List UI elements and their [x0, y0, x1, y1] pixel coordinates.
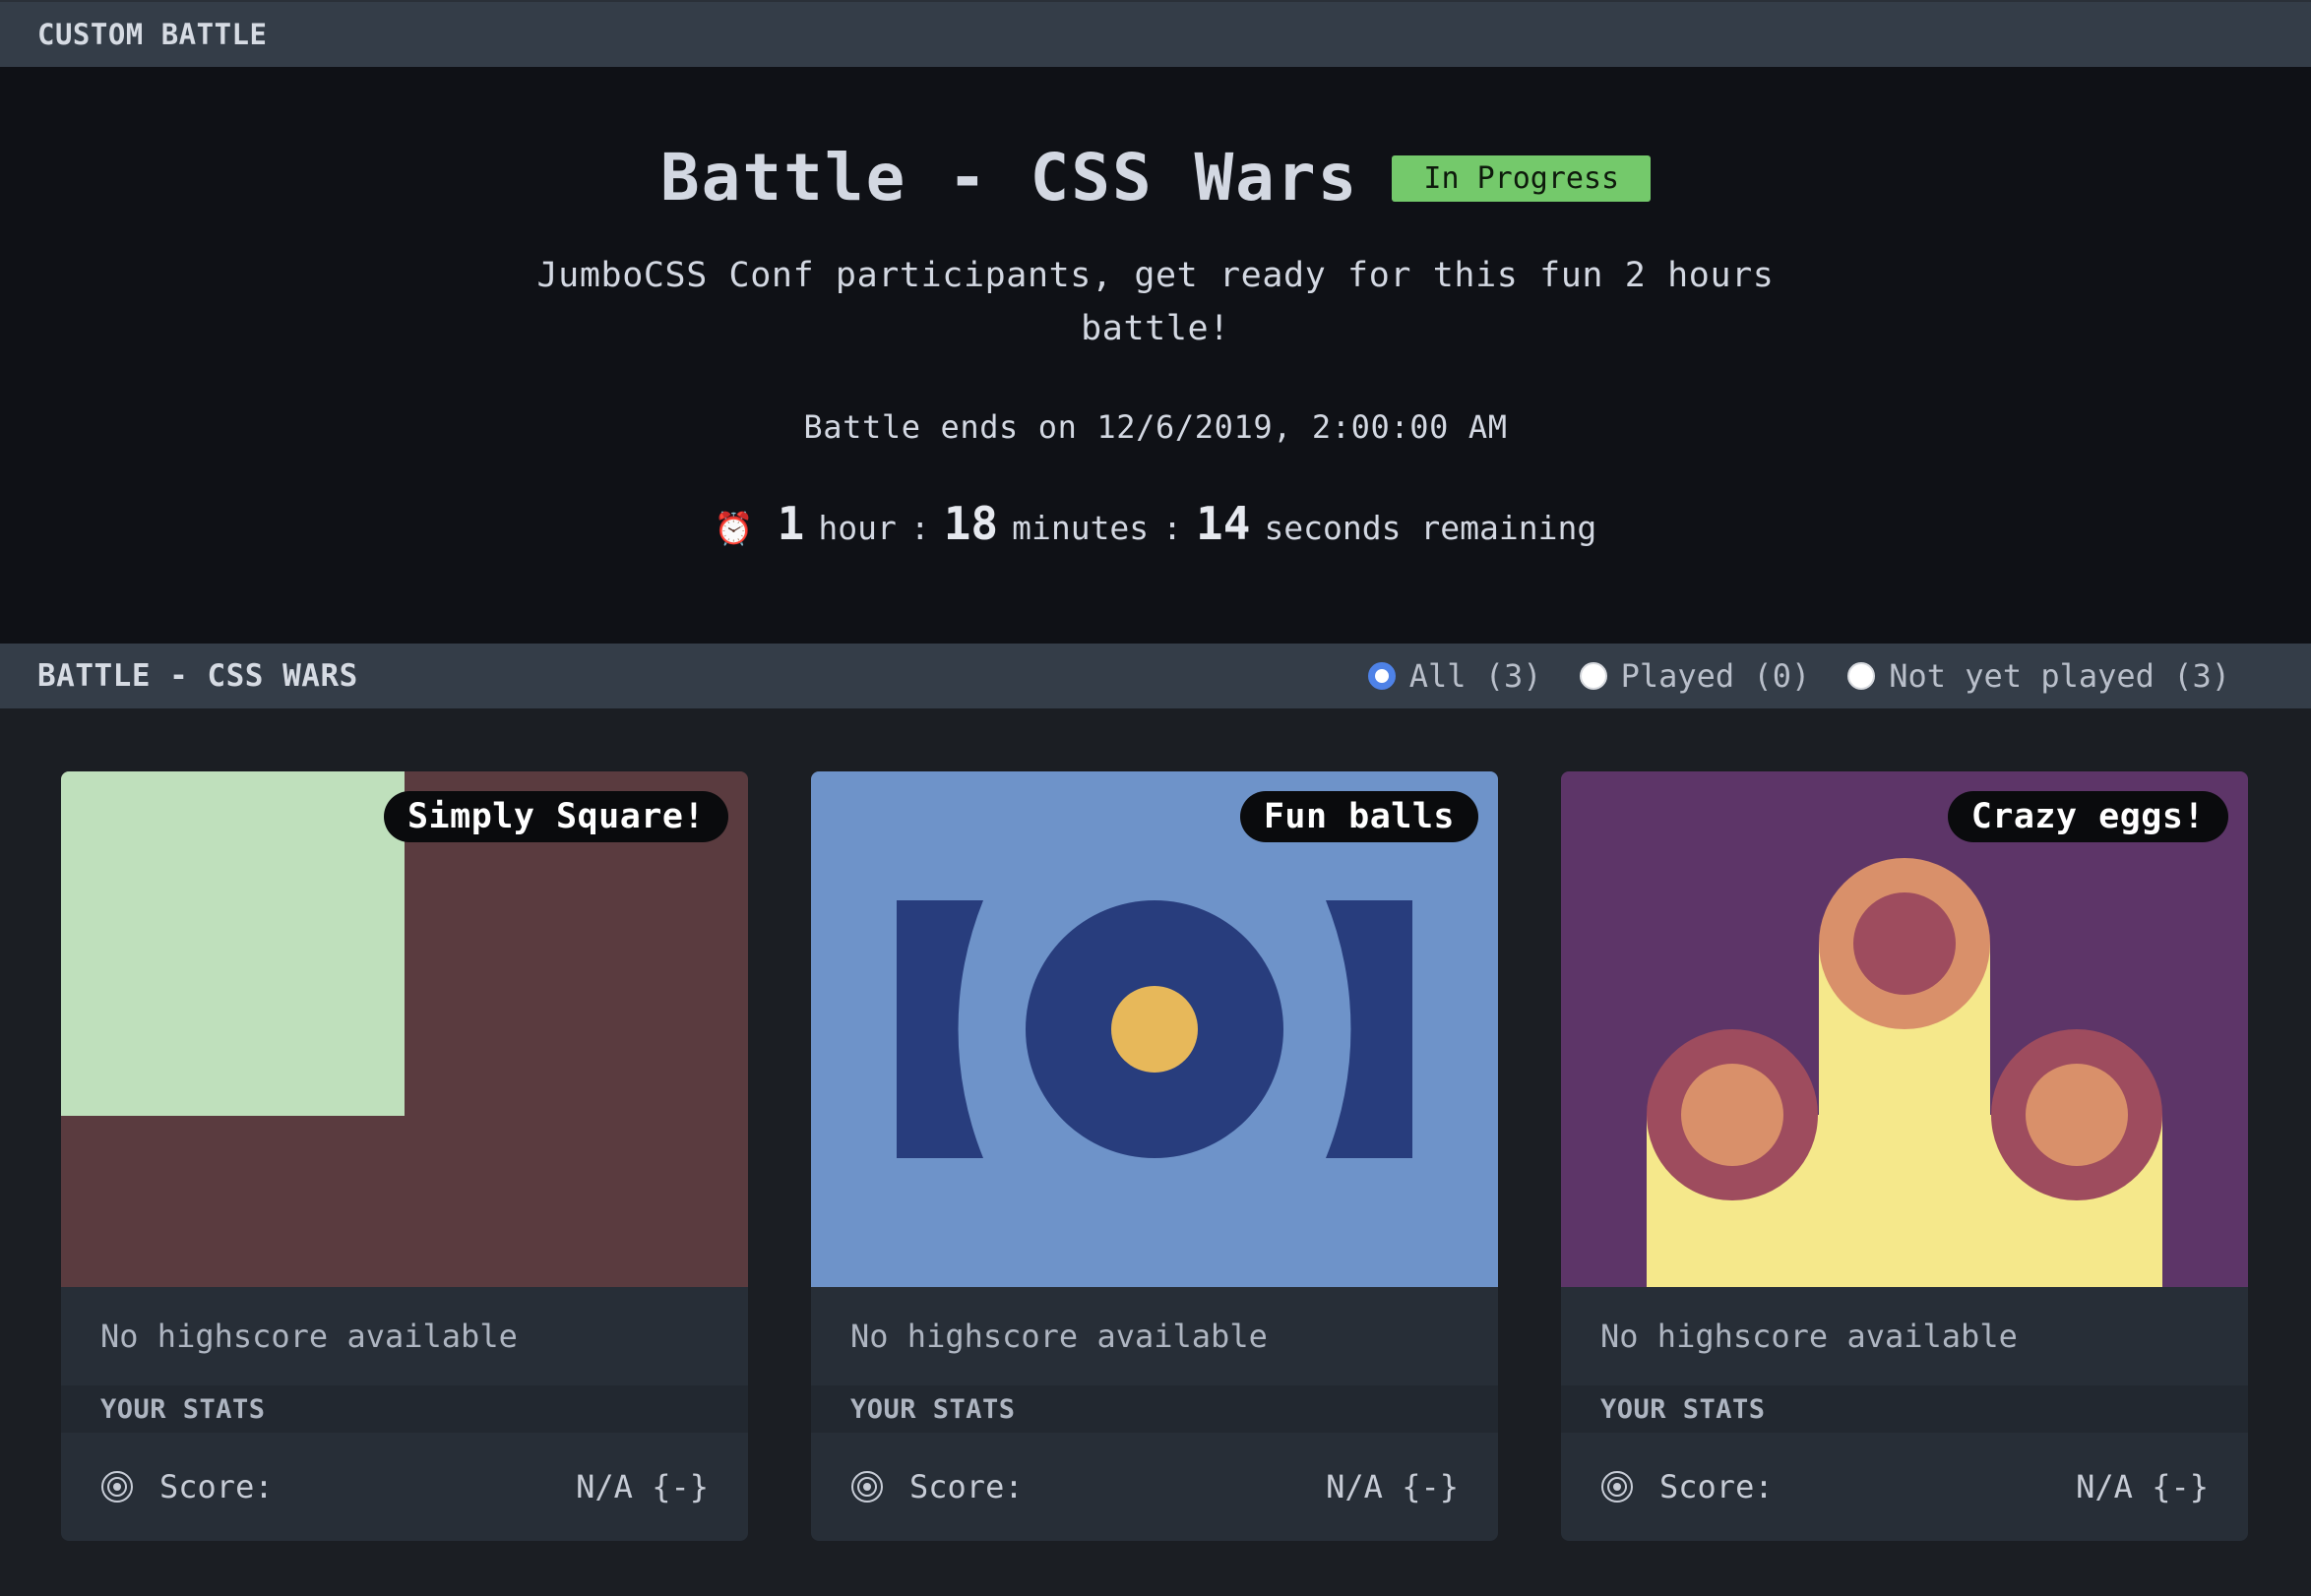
stats-heading: YOUR STATS — [811, 1385, 1498, 1433]
target-preview[interactable]: Fun balls — [811, 771, 1498, 1287]
target-preview[interactable]: Crazy eggs! — [1561, 771, 2248, 1287]
stats-heading: YOUR STATS — [61, 1385, 748, 1433]
art-square — [61, 771, 405, 1116]
battle-card[interactable]: Fun balls No highscore available YOUR ST… — [811, 771, 1498, 1541]
title-row: Battle - CSS Wars In Progress — [659, 140, 1652, 215]
filter-played-label: Played (0) — [1620, 657, 1811, 695]
target-name: Fun balls — [1239, 791, 1478, 842]
filter-played[interactable]: Played (0) — [1579, 657, 1811, 695]
art-right-yolk — [2026, 1064, 2128, 1166]
battle-end-date: Battle ends on 12/6/2019, 2:00:00 AM — [803, 408, 1508, 446]
score-value: N/A {-} — [1326, 1468, 1459, 1505]
card-list: Simply Square! No highscore available YO… — [0, 708, 2311, 1541]
art-dot — [1111, 986, 1198, 1073]
countdown-separator: : — [909, 509, 930, 547]
countdown-hours: 1 — [777, 497, 805, 550]
score-label: Score: — [159, 1468, 274, 1505]
radio-all[interactable] — [1367, 662, 1396, 690]
simply-square-art — [61, 771, 748, 1287]
countdown: ⏰ 1 hour : 18 minutes : 14 seconds remai… — [715, 497, 1596, 550]
art-top-yolk — [1853, 892, 1956, 995]
filter-not-yet-played-label: Not yet played (3) — [1889, 657, 2230, 695]
target-icon — [851, 1471, 883, 1503]
target-preview[interactable]: Simply Square! — [61, 771, 748, 1287]
filter-all-label: All (3) — [1408, 657, 1542, 695]
score-row: Score: N/A {-} — [1561, 1433, 2248, 1541]
battle-description: JumboCSS Conf participants, get ready fo… — [536, 256, 1775, 348]
alarm-clock-icon: ⏰ — [714, 510, 754, 547]
countdown-seconds-label: seconds remaining — [1264, 509, 1597, 547]
battle-card[interactable]: Simply Square! No highscore available YO… — [61, 771, 748, 1541]
filter-all[interactable]: All (3) — [1367, 657, 1542, 695]
section-title: BATTLE - CSS WARS — [37, 658, 358, 694]
highscore-text: No highscore available — [850, 1318, 1268, 1355]
filter-not-yet-played[interactable]: Not yet played (3) — [1847, 657, 2230, 695]
countdown-minutes-label: minutes — [1012, 509, 1150, 547]
score-value: N/A {-} — [576, 1468, 709, 1505]
target-icon — [101, 1471, 133, 1503]
score-row: Score: N/A {-} — [61, 1433, 748, 1541]
score-row: Score: N/A {-} — [811, 1433, 1498, 1541]
battle-hero: Battle - CSS Wars In Progress JumboCSS C… — [0, 67, 2311, 644]
fun-balls-art — [811, 771, 1498, 1287]
score-label: Score: — [909, 1468, 1024, 1505]
countdown-seconds: 14 — [1196, 497, 1251, 550]
crazy-eggs-art — [1561, 771, 2248, 1287]
countdown-minutes: 18 — [943, 497, 999, 550]
battle-title: Battle - CSS Wars — [659, 140, 1359, 215]
battle-card[interactable]: Crazy eggs! No highscore available YOUR … — [1561, 771, 2248, 1541]
top-bar-title: CUSTOM BATTLE — [37, 18, 268, 51]
countdown-separator: : — [1162, 509, 1183, 547]
score-value: N/A {-} — [2076, 1468, 2209, 1505]
target-icon — [1601, 1471, 1633, 1503]
radio-played[interactable] — [1579, 662, 1607, 690]
highscore-text: No highscore available — [1600, 1318, 2018, 1355]
countdown-hours-label: hour — [818, 509, 897, 547]
score-label: Score: — [1659, 1468, 1774, 1505]
section-bar: BATTLE - CSS WARS All (3) Played (0) Not… — [0, 644, 2311, 708]
target-name: Simply Square! — [383, 791, 728, 842]
top-bar: CUSTOM BATTLE — [0, 0, 2311, 67]
filter-group: All (3) Played (0) Not yet played (3) — [1367, 657, 2230, 695]
status-badge: In Progress — [1392, 155, 1652, 202]
radio-not-yet-played[interactable] — [1847, 662, 1876, 690]
target-name: Crazy eggs! — [1947, 791, 2228, 842]
highscore-text: No highscore available — [100, 1318, 518, 1355]
art-left-yolk — [1681, 1064, 1783, 1166]
stats-heading: YOUR STATS — [1561, 1385, 2248, 1433]
